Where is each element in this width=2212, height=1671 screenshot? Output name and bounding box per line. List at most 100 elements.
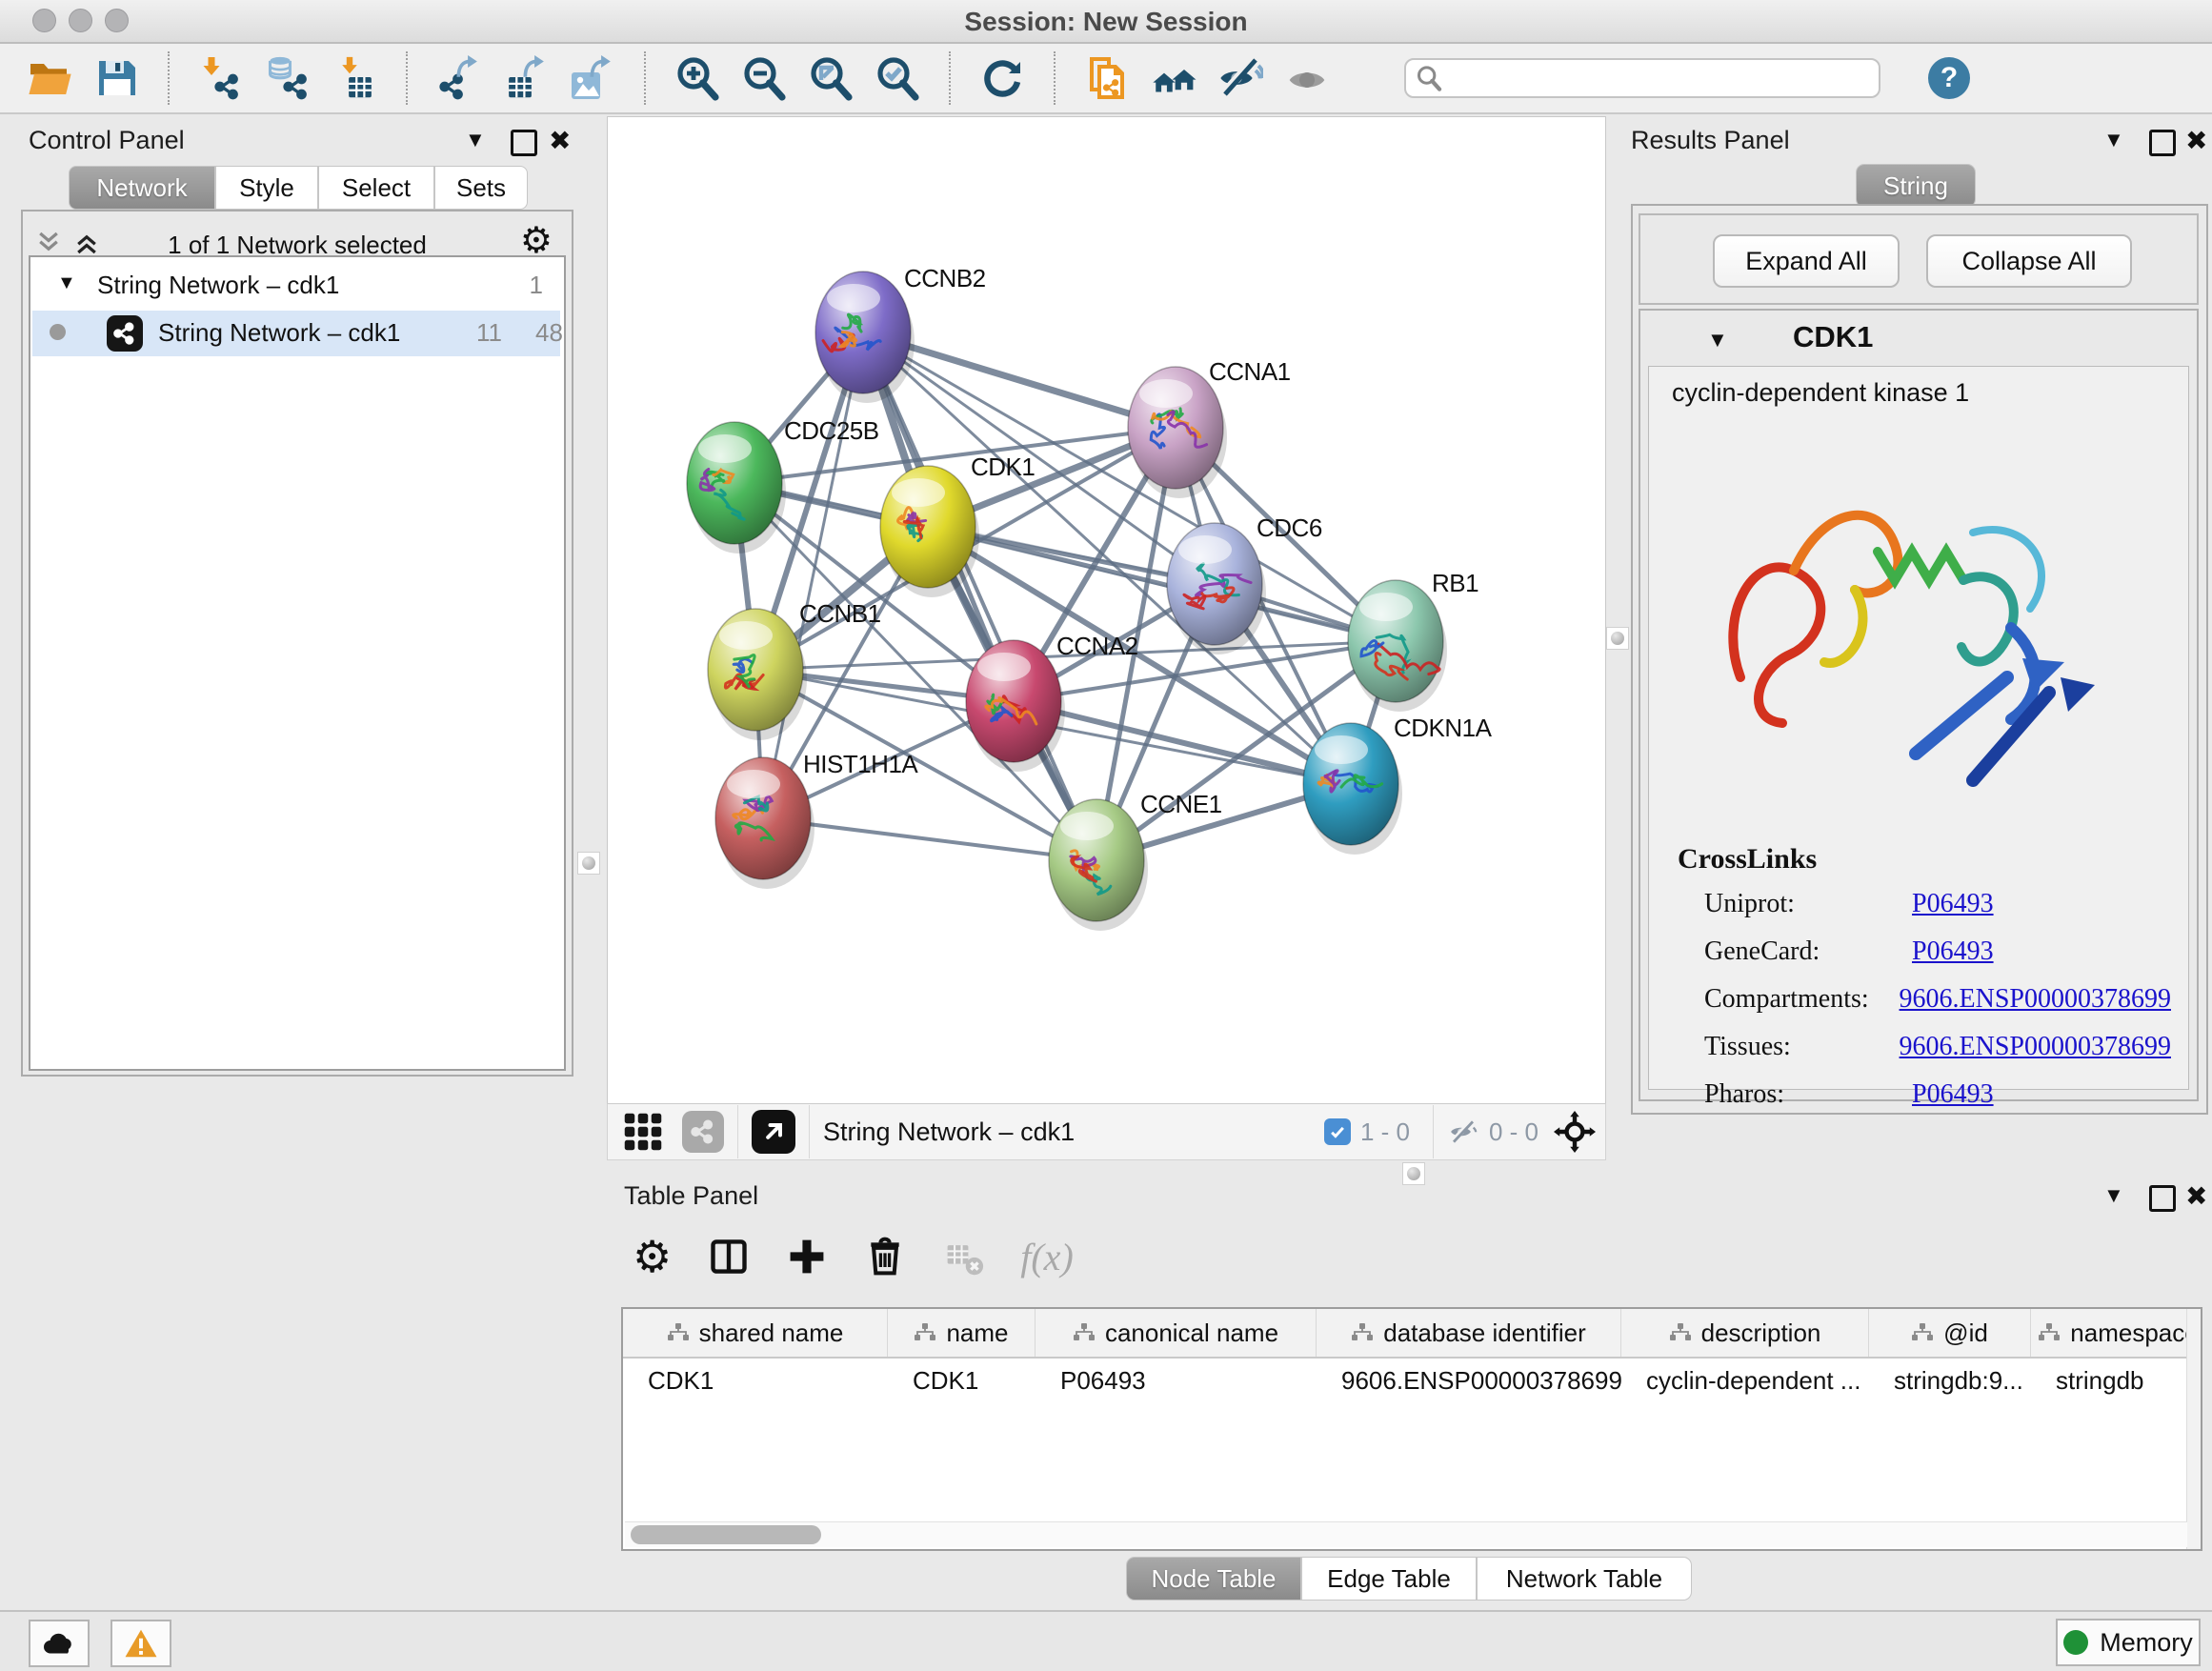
clone-network-button[interactable] — [1080, 50, 1134, 106]
network-node-CCNB2[interactable]: CCNB2 — [815, 264, 986, 403]
network-node-CCNA1[interactable]: CCNA1 — [1128, 357, 1291, 498]
tab-network[interactable]: Network — [69, 166, 215, 210]
pan-mode-button[interactable] — [1548, 1105, 1601, 1158]
zoom-out-button[interactable] — [737, 50, 791, 106]
column-header--id[interactable]: @id — [1869, 1309, 2031, 1357]
table-panel-float-button[interactable] — [2149, 1185, 2176, 1212]
network-graph[interactable]: CCNB2CCNA1CDC25BCDK1CDC6RB1CCNB1CCNA2CDK… — [608, 117, 1605, 1104]
table-cell[interactable]: stringdb:9... — [1869, 1366, 2031, 1396]
collapse-all-button[interactable]: Collapse All — [1926, 234, 2132, 288]
houses-icon — [1151, 55, 1196, 101]
tab-string[interactable]: String — [1856, 164, 1976, 208]
table-cell[interactable]: cyclin-dependent ... — [1621, 1366, 1869, 1396]
table-cell[interactable]: CDK1 — [888, 1366, 1036, 1396]
import-network-database-button[interactable] — [261, 50, 314, 106]
network-edge[interactable] — [863, 332, 1096, 860]
network-collection-row[interactable]: ▼ String Network – cdk1 1 — [30, 265, 564, 311]
right-splitter-handle[interactable] — [1606, 627, 1629, 650]
network-node-CCNE1[interactable]: CCNE1 — [1049, 790, 1222, 931]
help-button[interactable]: ? — [1928, 57, 1970, 99]
open-in-window-button[interactable] — [752, 1110, 795, 1154]
network-edge[interactable] — [928, 527, 1396, 641]
memory-button[interactable]: Memory — [2056, 1619, 2201, 1666]
column-header-name[interactable]: name — [888, 1309, 1036, 1357]
crosslink-link[interactable]: 9606.ENSP00000378699 — [1900, 1032, 2171, 1062]
table-row[interactable]: CDK1CDK1P064939606.ENSP00000378699cyclin… — [623, 1359, 2201, 1402]
network-canvas[interactable]: CCNB2CCNA1CDC25BCDK1CDC6RB1CCNB1CCNA2CDK… — [607, 116, 1606, 1105]
table-panel-menu-icon[interactable]: ▼ — [2103, 1183, 2124, 1208]
zoom-in-button[interactable] — [671, 50, 724, 106]
node-label-CCNB1: CCNB1 — [799, 599, 881, 628]
birdseye-grid-button[interactable] — [623, 1112, 663, 1152]
results-panel-close-button[interactable]: ✖ — [2185, 128, 2207, 154]
table-horizontal-scrollbar[interactable] — [625, 1521, 2187, 1547]
column-header-namespace[interactable]: namespace — [2031, 1309, 2202, 1357]
open-session-button[interactable] — [23, 50, 76, 106]
tab-node-table[interactable]: Node Table — [1126, 1557, 1301, 1601]
tab-edge-table[interactable]: Edge Table — [1301, 1557, 1477, 1601]
refresh-layout-button[interactable] — [975, 50, 1029, 106]
show-all-networks-button[interactable] — [1147, 50, 1200, 106]
results-panel-menu-icon[interactable]: ▼ — [2103, 128, 2124, 152]
expand-all-button[interactable]: Expand All — [1713, 234, 1900, 288]
help-icon: ? — [1941, 62, 1958, 94]
network-node-CDKN1A[interactable]: CDKN1A — [1303, 714, 1493, 855]
control-panel-float-button[interactable] — [511, 130, 537, 156]
export-network-button[interactable] — [432, 50, 486, 106]
network-edge[interactable] — [763, 332, 863, 818]
delete-column-icon[interactable] — [864, 1236, 906, 1278]
network-node-CCNA2[interactable]: CCNA2 — [966, 632, 1138, 772]
network-badge-button[interactable] — [682, 1111, 724, 1153]
zoom-selected-button[interactable] — [871, 50, 924, 106]
table-cell[interactable]: CDK1 — [623, 1366, 888, 1396]
hide-selected-button[interactable] — [1214, 50, 1267, 106]
column-header-description[interactable]: description — [1621, 1309, 1869, 1357]
protein-expander-icon[interactable]: ▼ — [1707, 328, 1728, 352]
crosslink-row: Pharos:P06493 — [1704, 1079, 2171, 1110]
table-vertical-scrollbar[interactable] — [2186, 1309, 2201, 1549]
network-node-CCNB1[interactable]: CCNB1 — [708, 599, 881, 740]
cloud-status-button[interactable] — [29, 1620, 90, 1667]
crosslink-link[interactable]: P06493 — [1912, 1079, 1994, 1110]
horizontal-splitter-handle[interactable] — [1402, 1162, 1425, 1185]
table-cell[interactable]: stringdb — [2031, 1366, 2202, 1396]
results-panel-float-button[interactable] — [2149, 130, 2176, 156]
control-panel-menu-icon[interactable]: ▼ — [465, 128, 486, 152]
show-columns-icon[interactable] — [708, 1236, 750, 1278]
tab-network-table[interactable]: Network Table — [1477, 1557, 1692, 1601]
table-settings-gear-icon[interactable]: ⚙ — [633, 1231, 672, 1282]
export-image-button[interactable] — [566, 50, 619, 106]
column-header-canonical-name[interactable]: canonical name — [1036, 1309, 1317, 1357]
network-row-selected[interactable]: String Network – cdk1 11 48 — [32, 311, 560, 356]
control-panel-close-button[interactable]: ✖ — [549, 128, 571, 154]
add-column-icon[interactable] — [786, 1236, 828, 1278]
network-node-HIST1H1A[interactable]: HIST1H1A — [715, 750, 918, 889]
warnings-button[interactable] — [111, 1620, 171, 1667]
left-splitter-handle[interactable] — [577, 852, 600, 875]
table-cell[interactable]: P06493 — [1036, 1366, 1317, 1396]
table-cell[interactable]: 9606.ENSP00000378699 — [1317, 1366, 1621, 1396]
save-session-button[interactable] — [90, 50, 143, 106]
table-toolbar: ⚙ f(x) — [633, 1231, 1074, 1282]
import-table-button[interactable] — [328, 50, 381, 106]
column-header-database-identifier[interactable]: database identifier — [1317, 1309, 1621, 1357]
column-type-tree-icon — [667, 1322, 690, 1343]
network-list: ▼ String Network – cdk1 1 String Network… — [29, 255, 566, 1071]
crosslink-link[interactable]: 9606.ENSP00000378699 — [1900, 984, 2171, 1015]
crosslink-link[interactable]: P06493 — [1912, 889, 1994, 919]
tab-select[interactable]: Select — [318, 166, 434, 210]
tab-style[interactable]: Style — [215, 166, 318, 210]
crosslink-link[interactable]: P06493 — [1912, 936, 1994, 967]
column-header-shared-name[interactable]: shared name — [623, 1309, 888, 1357]
zoom-fit-button[interactable] — [804, 50, 857, 106]
export-table-button[interactable] — [499, 50, 553, 106]
show-hidden-button[interactable] — [1280, 50, 1334, 106]
import-network-file-button[interactable] — [194, 50, 248, 106]
table-panel-close-button[interactable]: ✖ — [2185, 1183, 2207, 1210]
network-node-RB1[interactable]: RB1 — [1348, 569, 1478, 712]
tab-sets[interactable]: Sets — [434, 166, 528, 210]
tree-expander-icon[interactable]: ▼ — [57, 272, 76, 294]
search-input[interactable] — [1442, 64, 1869, 92]
scrollbar-thumb[interactable] — [631, 1525, 821, 1544]
selected-checkbox-icon[interactable] — [1324, 1118, 1351, 1145]
